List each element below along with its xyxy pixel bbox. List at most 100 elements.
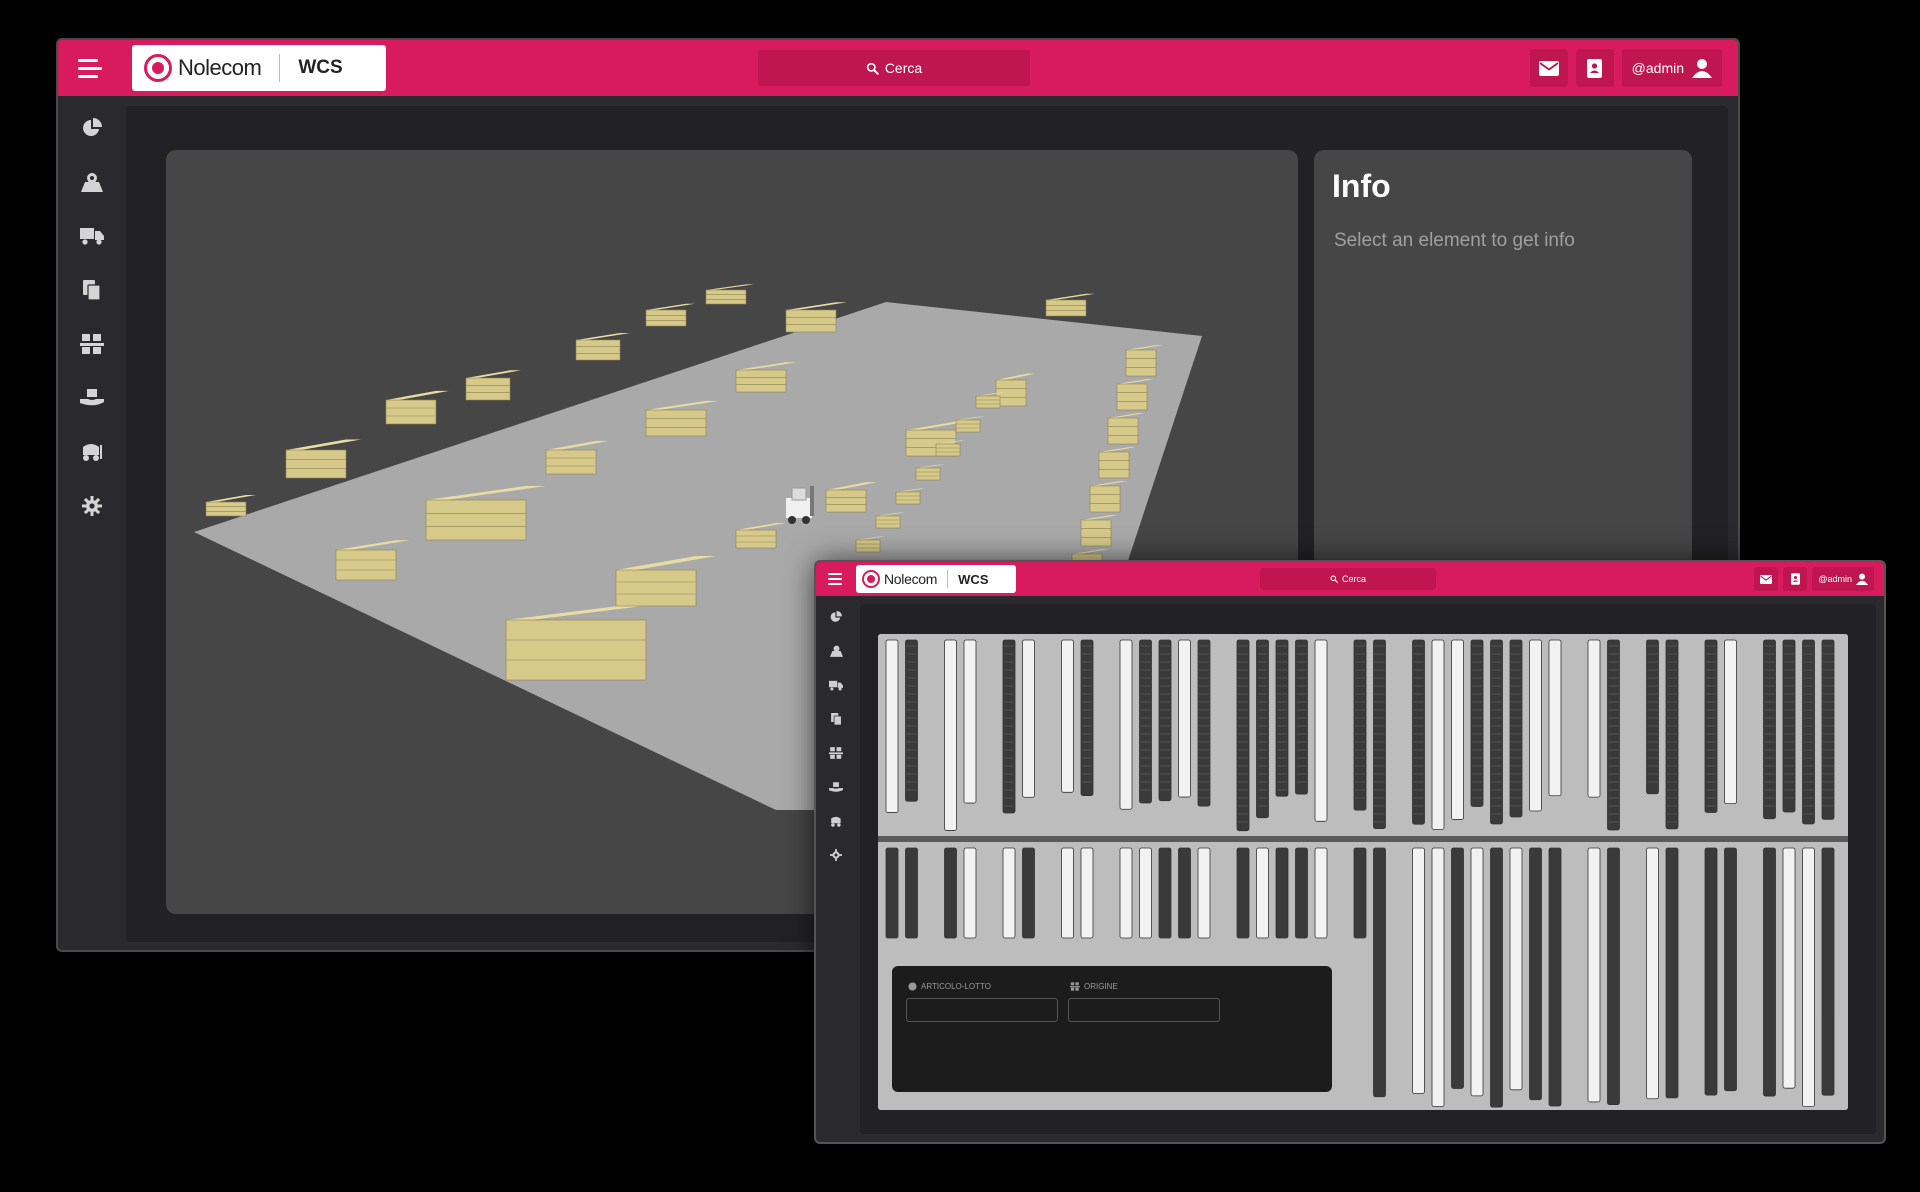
- envelope-icon: [1538, 60, 1559, 76]
- truck-icon: [80, 228, 104, 245]
- menu-toggle-button[interactable]: [828, 562, 842, 596]
- user-menu-button[interactable]: @admin: [1812, 567, 1874, 591]
- secondary-window: Nolecom WCS Cerca @admin ARTICOLO-LOTTO …: [816, 562, 1884, 1142]
- sidebar-item-forklift[interactable]: [827, 812, 845, 830]
- sidebar-item-dashboard[interactable]: [827, 608, 845, 626]
- sidebar-item-documents[interactable]: [76, 274, 108, 306]
- sidebar-item-forklift[interactable]: [76, 436, 108, 468]
- rack-column: [1451, 639, 1464, 820]
- rack-column: [1002, 639, 1016, 814]
- rack-column: [963, 639, 977, 804]
- sidebar-item-dashboard[interactable]: [76, 112, 108, 144]
- rack-column: [885, 847, 899, 939]
- contacts-button[interactable]: [1783, 567, 1808, 591]
- rack-column: [905, 847, 918, 939]
- messages-button[interactable]: [1529, 49, 1568, 87]
- sidebar-item-shipping[interactable]: [76, 220, 108, 252]
- rack-column: [885, 639, 899, 813]
- nolecom-logo-icon: [862, 570, 880, 588]
- rack-column: [1821, 847, 1835, 1096]
- rack-column: [1022, 639, 1035, 798]
- user-icon: [1692, 59, 1712, 78]
- origin-filter-input[interactable]: [1068, 998, 1220, 1022]
- rack-column: [1665, 639, 1679, 830]
- sidebar-item-warehouse[interactable]: [76, 328, 108, 360]
- rack-column: [1158, 847, 1172, 939]
- forklift-icon: [830, 816, 841, 827]
- shelf-block: [465, 370, 521, 401]
- rack-column: [1470, 847, 1484, 1097]
- origin-filter-label: ORIGINE: [1070, 982, 1118, 991]
- rack-column: [1080, 847, 1094, 939]
- rack-column: [1139, 639, 1152, 804]
- sidebar-item-handling[interactable]: [76, 382, 108, 414]
- rack-column: [1607, 639, 1620, 831]
- logo-app-name: WCS: [958, 571, 989, 587]
- sidebar: [58, 96, 126, 950]
- rack-column: [1412, 847, 1425, 1094]
- documents-icon: [830, 713, 842, 725]
- search-input[interactable]: Cerca: [1260, 568, 1436, 590]
- rack-column: [1431, 639, 1445, 830]
- sidebar-item-map[interactable]: [827, 642, 845, 660]
- sidebar-item-handling[interactable]: [827, 778, 845, 796]
- sub-content: ARTICOLO-LOTTO ORIGINE: [860, 604, 1876, 1134]
- user-menu-button[interactable]: @admin: [1621, 49, 1722, 87]
- forklift-icon: [83, 444, 102, 461]
- rack-column: [963, 847, 977, 939]
- rack-column: [1451, 847, 1464, 1089]
- search-input[interactable]: Cerca: [758, 50, 1030, 86]
- map-location-icon: [81, 173, 103, 192]
- logo-divider: [279, 54, 281, 82]
- sidebar-item-map[interactable]: [76, 166, 108, 198]
- warehouse-2d-map[interactable]: ARTICOLO-LOTTO ORIGINE: [878, 634, 1848, 1110]
- shelf-block: [205, 495, 256, 517]
- logo[interactable]: Nolecom WCS: [856, 565, 1016, 593]
- contacts-button[interactable]: [1575, 49, 1614, 87]
- rack-column: [1509, 639, 1523, 818]
- main-aisle: [878, 836, 1848, 842]
- top-bar: Nolecom WCS Cerca @admin: [816, 562, 1884, 596]
- sidebar-item-documents[interactable]: [827, 710, 845, 728]
- rack-column: [1665, 847, 1679, 1099]
- filter-panel: ARTICOLO-LOTTO ORIGINE: [892, 966, 1332, 1092]
- logo-divider: [947, 570, 949, 588]
- article-filter-input[interactable]: [906, 998, 1058, 1022]
- rack-column: [1236, 847, 1250, 939]
- rack-column: [1821, 639, 1835, 820]
- rack-column: [1314, 639, 1328, 822]
- rack-column: [1509, 847, 1523, 1091]
- rack-column: [1158, 639, 1172, 802]
- rack-column: [1275, 847, 1289, 939]
- rack-column: [1002, 847, 1016, 939]
- rack-column: [1704, 847, 1718, 1096]
- menu-toggle-button[interactable]: [78, 40, 102, 96]
- address-book-icon: [1587, 58, 1603, 78]
- sidebar-item-warehouse[interactable]: [827, 744, 845, 762]
- info-hint: Select an element to get info: [1334, 230, 1575, 251]
- messages-button[interactable]: [1754, 567, 1779, 591]
- rack-column: [1061, 847, 1074, 939]
- sidebar-item-settings[interactable]: [827, 846, 845, 864]
- rack-column: [1646, 847, 1659, 1100]
- gear-icon: [830, 849, 842, 861]
- rack-column: [1178, 639, 1191, 798]
- pie-chart-icon: [83, 118, 102, 136]
- rack-column: [1256, 639, 1269, 819]
- rack-column: [1724, 639, 1737, 805]
- rack-column: [1802, 639, 1815, 825]
- username: @admin: [1631, 60, 1684, 76]
- shelf-block: [705, 284, 754, 305]
- logo[interactable]: Nolecom WCS: [132, 45, 386, 91]
- article-filter-label: ARTICOLO-LOTTO: [908, 982, 991, 991]
- sidebar-item-shipping[interactable]: [827, 676, 845, 694]
- rack-column: [1236, 639, 1250, 832]
- shelf-block: [1045, 293, 1095, 317]
- sidebar-item-settings[interactable]: [76, 490, 108, 522]
- pie-chart-icon: [830, 611, 842, 622]
- rack-column: [1197, 639, 1211, 807]
- warehouse-icon: [1070, 982, 1080, 991]
- search-label: Cerca: [884, 60, 923, 76]
- search-icon: [866, 62, 879, 75]
- rack-column: [1139, 847, 1152, 939]
